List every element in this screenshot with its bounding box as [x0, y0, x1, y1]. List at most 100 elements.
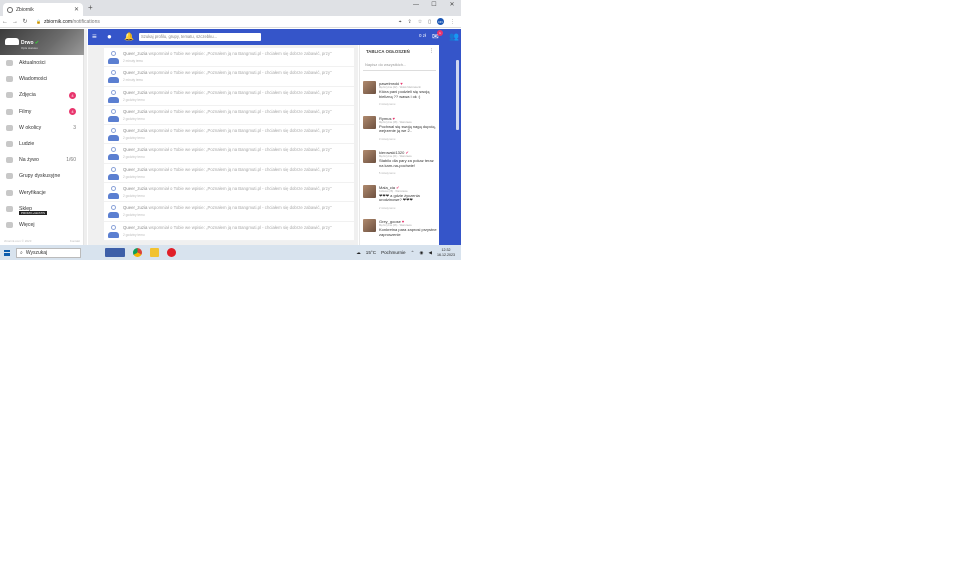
profile-header[interactable]: Drwo ✔ Opis statusu [0, 29, 84, 55]
chrome-app-icon[interactable] [133, 248, 142, 257]
film-icon [6, 108, 13, 115]
notification-user[interactable]: Queer_zuzia [123, 186, 147, 191]
notification-user[interactable]: Queer_zuzia [123, 128, 147, 133]
notification-row[interactable]: Queer_zuzia wspomniał o Tobie we wpisie:… [104, 125, 354, 145]
network-icon[interactable]: ◉ [419, 250, 423, 256]
sidebar-item-label: Aktualności [19, 60, 46, 67]
notification-row[interactable]: Queer_zuzia wspomniał o Tobie we wpisie:… [104, 106, 354, 126]
bookmark-star-icon[interactable]: ☆ [418, 19, 422, 25]
sidebar-item-sklep[interactable]: Sklep PROMO+GRATIS [0, 201, 83, 217]
chat-icon [6, 76, 13, 83]
user-avatar-icon [107, 205, 119, 219]
poster-avatar[interactable] [363, 184, 376, 198]
board-post[interactable]: kierowski1320 ✔ Mężczyzna (41) · Warszawa… [362, 148, 437, 183]
notification-row[interactable]: Queer_zuzia wspomniał o Tobie we wpisie:… [104, 67, 354, 87]
url-field[interactable]: 🔒 zbiornik.com/notifications [36, 19, 100, 25]
notification-message: wspomniał o Tobie we wpisie: „Poznałem j… [147, 186, 332, 192]
sidebar-item-label: Więcej [19, 221, 35, 228]
sidebar-item-wiecej[interactable]: Więcej [0, 217, 83, 233]
board-post[interactable]: Rymus ♥ Mężczyzna (48) · Warszawa Pochwal … [362, 114, 437, 149]
notification-row[interactable]: Queer_zuzia wspomniał o Tobie we wpisie:… [104, 48, 354, 68]
notification-row[interactable]: Queer_zuzia wspomniał o Tobie we wpisie:… [104, 202, 354, 222]
new-tab-icon[interactable]: + [88, 3, 93, 12]
notification-text: Queer_zuzia wspomniał o Tobie we wpisie:… [123, 90, 332, 95]
post-time: 5 minuty temu [379, 172, 396, 175]
wallet-balance[interactable]: 0 zł [419, 33, 426, 38]
opera-app-icon[interactable] [167, 248, 176, 257]
notification-user[interactable]: Queer_zuzia [123, 225, 147, 230]
mail-badge: 1 [437, 30, 443, 36]
sidebar-item-grupy[interactable]: Grupy dyskusyjne [0, 168, 83, 184]
sidebar-item-zdjecia[interactable]: Zdjęcia 4 [0, 87, 83, 103]
notification-user[interactable]: Queer_zuzia [123, 90, 147, 95]
notification-message: wspomniał o Tobie we wpisie: „Poznałem j… [147, 147, 332, 153]
notification-row[interactable]: Queer_zuzia wspomniał o Tobie we wpisie:… [104, 164, 354, 184]
notification-row[interactable]: Queer_zuzia wspomniał o Tobie we wpisie:… [104, 144, 354, 164]
browser-menu-icon[interactable]: ⋮ [450, 19, 455, 25]
sidebar-item-weryfikacje[interactable]: Weryfikacje [0, 185, 83, 201]
minimize-icon[interactable]: — [407, 0, 425, 12]
poster-avatar[interactable] [363, 150, 376, 163]
sidebar-item-na-zywo[interactable]: Na żywo 1/60 [0, 152, 83, 168]
reload-icon[interactable]: ↻ [20, 18, 30, 25]
page-scrollbar-thumb[interactable] [456, 60, 459, 130]
share-icon[interactable]: ⇪ [408, 19, 412, 25]
live-icon [6, 157, 13, 164]
notification-user[interactable]: Queer_zuzia [123, 51, 147, 56]
notifications-panel: Queer_zuzia wspomniał o Tobie we wpisie:… [88, 45, 358, 245]
notification-user[interactable]: Queer_zuzia [123, 147, 147, 152]
notification-row[interactable]: Queer_zuzia wspomniał o Tobie we wpisie:… [104, 222, 354, 241]
board-post[interactable]: pawelmroki ♥ Mężczyzna (42) · Wolsk Mazow… [362, 79, 437, 114]
sidebar-scrollbar[interactable] [84, 29, 87, 245]
widgets-app-icon[interactable] [105, 248, 125, 257]
notification-text: Queer_zuzia wspomniał o Tobie we wpisie:… [123, 167, 332, 172]
browser-tab[interactable]: Zbiornik ✕ [3, 3, 83, 16]
close-tab-icon[interactable]: ✕ [74, 6, 79, 13]
start-button[interactable] [0, 249, 14, 256]
clock[interactable]: 12:32 16.12.2023 [437, 248, 455, 257]
close-window-icon[interactable]: ✕ [443, 0, 461, 12]
weather-temp[interactable]: 15°C [366, 250, 376, 255]
location-icon[interactable]: ⌖ [399, 19, 402, 25]
menu-icon[interactable]: ≡ [92, 32, 97, 42]
poster-avatar[interactable] [363, 219, 376, 232]
notification-time: 2 godziny temu [123, 174, 145, 179]
sidebar-item-w-okolicy[interactable]: W okolicy 3 [0, 120, 83, 136]
messages-icon[interactable]: ● [107, 32, 112, 42]
sidebar-item-wiadomosci[interactable]: Wiadomości [0, 71, 83, 87]
sidebar-item-filmy[interactable]: Filmy 4 [0, 104, 83, 120]
forward-icon[interactable]: → [10, 19, 20, 25]
notification-user[interactable]: Queer_zuzia [123, 167, 147, 172]
weather-desc[interactable]: Pochmurnie [381, 250, 406, 255]
contact-link[interactable]: Kontakt [70, 239, 80, 243]
back-icon[interactable]: ← [0, 19, 10, 25]
board-post[interactable]: Grey_goose ♥ Mężczyzna (46) · Warszawa Kon… [362, 217, 437, 245]
poster-avatar[interactable] [363, 115, 376, 129]
notification-user[interactable]: Queer_zuzia [123, 70, 147, 75]
tray-chevron-icon[interactable]: ⌃ [411, 250, 415, 256]
explorer-app-icon[interactable] [150, 248, 159, 257]
notification-message: wspomniał o Tobie we wpisie: „Poznałem j… [147, 89, 332, 95]
notification-user[interactable]: Queer_zuzia [123, 205, 147, 210]
sidebar-item-label: Weryfikacje [19, 189, 46, 196]
board-post[interactable]: Mala_cia ✔ Kobieta (28) · Warszawa ❤❤❤ a g… [362, 183, 437, 218]
notification-row[interactable]: Queer_zuzia wspomniał o Tobie we wpisie:… [104, 87, 354, 106]
system-tray: ☁ 15°C Pochmurnie ⌃ ◉ ◀ 12:32 16.12.2023 [356, 248, 461, 257]
sidebar-item-aktualnosci[interactable]: Aktualności [0, 55, 83, 71]
notification-row[interactable]: Queer_zuzia wspomniał o Tobie we wpisie:… [104, 183, 354, 203]
board-title-text: TABLICA OGŁOSZEŃ [366, 49, 410, 54]
board-menu-icon[interactable]: ⋮ [429, 48, 434, 54]
notification-text: Queer_zuzia wspomniał o Tobie we wpisie:… [123, 186, 332, 191]
notification-user[interactable]: Queer_zuzia [123, 109, 147, 114]
taskbar-search[interactable]: ⌕ Wyszukaj [16, 247, 81, 258]
poster-avatar[interactable] [363, 81, 376, 94]
volume-icon[interactable]: ◀ [428, 250, 432, 256]
account-avatar[interactable]: DN [437, 18, 444, 25]
friends-icon[interactable]: 👥 [449, 32, 459, 42]
sidepanel-icon[interactable]: ▯ [428, 19, 431, 25]
search-input[interactable]: Szukaj profilu, grupy, tematu, szczebku.… [139, 33, 261, 41]
maximize-icon[interactable]: ☐ [425, 0, 443, 12]
board-post-input[interactable]: Napisz do wszystkich... [363, 62, 436, 71]
sidebar-item-ludzie[interactable]: Ludzie [0, 136, 83, 152]
bell-icon[interactable]: 🔔 [124, 32, 134, 42]
